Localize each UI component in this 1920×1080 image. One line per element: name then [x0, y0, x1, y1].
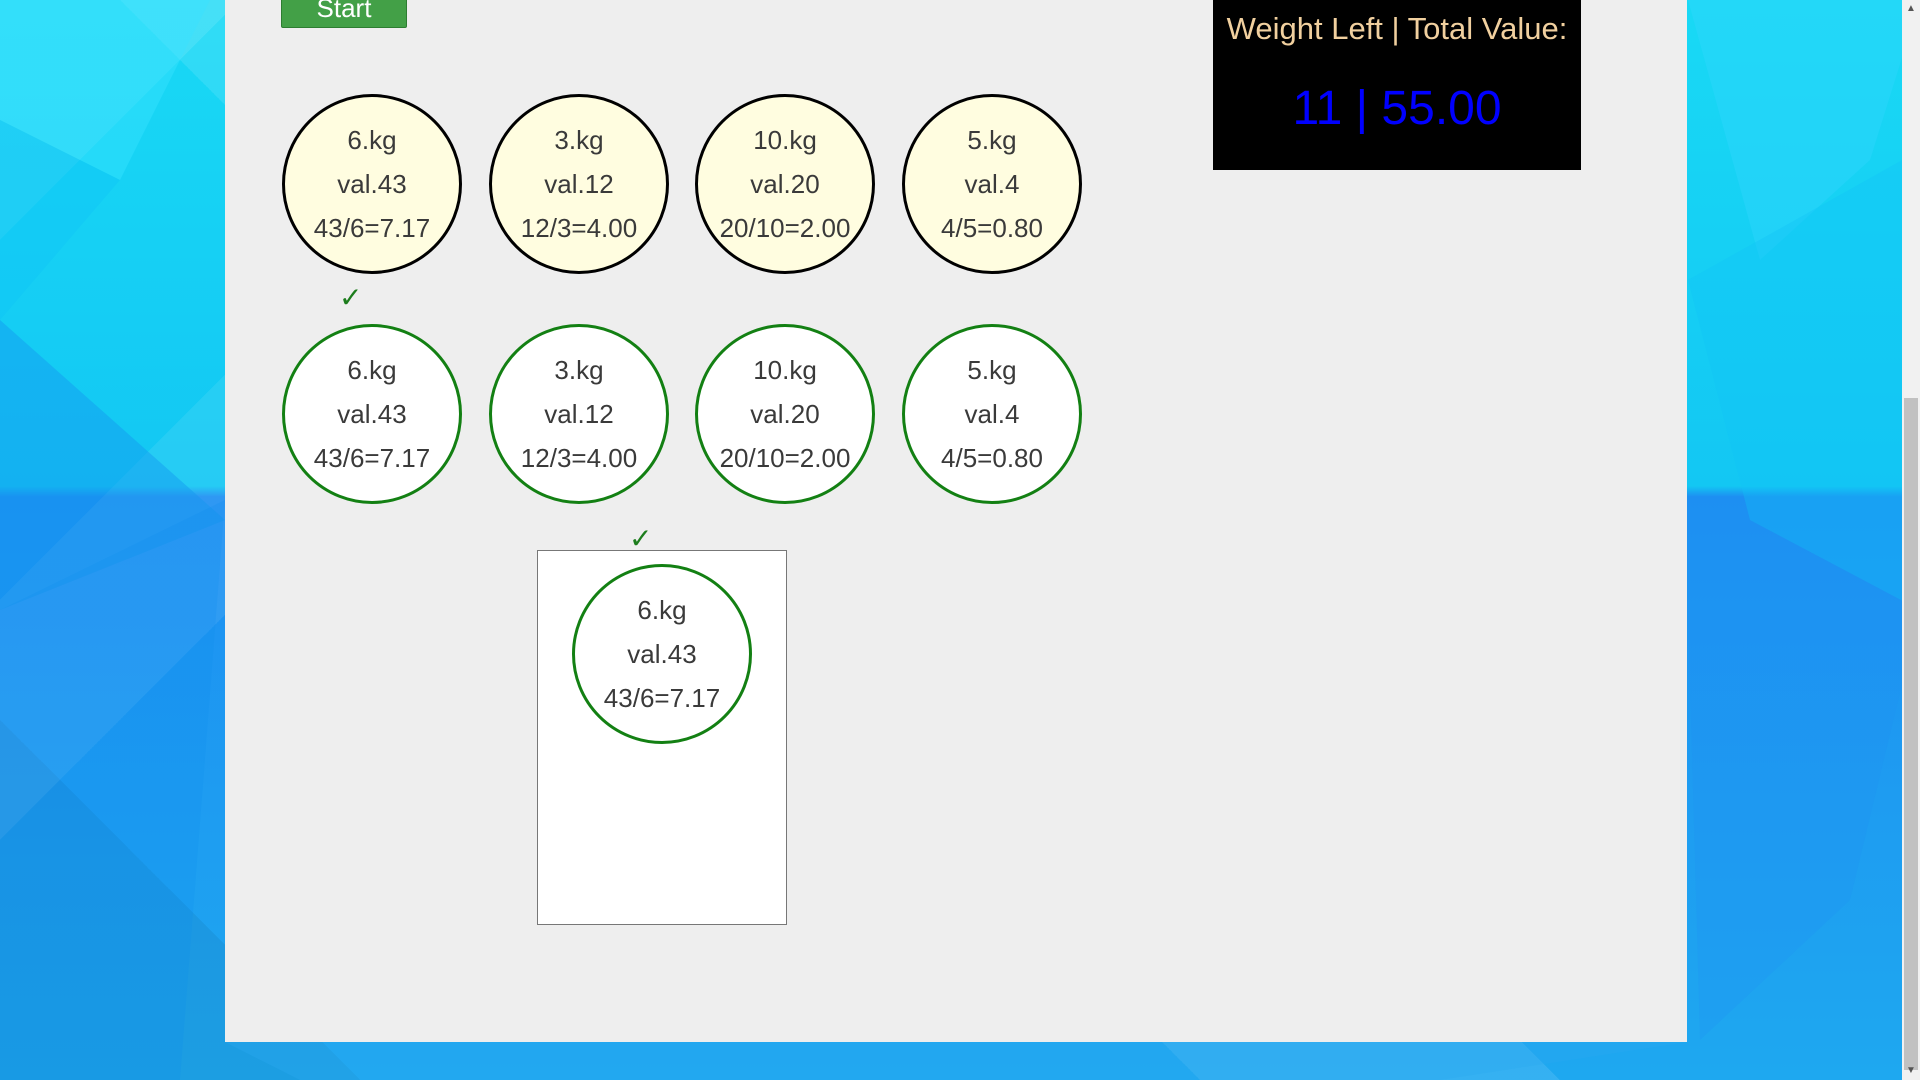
score-title: Weight Left | Total Value: [1226, 11, 1568, 46]
item-circle-3-bottom[interactable]: 10.kg val.20 20/10=2.00 [695, 324, 875, 504]
check-mark-row2: ✓ [629, 523, 653, 554]
item-ratio: 12/3=4.00 [520, 213, 638, 243]
item-value: val.43 [337, 399, 407, 429]
score-panel: Weight Left | Total Value: 11 | 55.00 [1213, 0, 1581, 170]
main-panel: Start Weight Left | Total Value: 11 | 55… [225, 0, 1687, 1042]
item-value: val.12 [544, 399, 614, 429]
item-weight: 10.kg [753, 355, 817, 385]
item-circle-2-top[interactable]: 3.kg val.12 12/3=4.00 [489, 94, 669, 274]
item-ratio: 20/10=2.00 [719, 213, 851, 243]
item-weight: 6.kg [637, 595, 687, 625]
item-ratio: 43/6=7.17 [313, 213, 431, 243]
item-weight: 10.kg [753, 125, 817, 155]
scrollbar-thumb[interactable] [1904, 398, 1918, 1070]
item-value: val.4 [964, 399, 1020, 429]
check-mark-row1: ✓ [339, 282, 363, 313]
item-circle-2-bottom[interactable]: 3.kg val.12 12/3=4.00 [489, 324, 669, 504]
scroll-down-icon[interactable]: ▼ [1902, 1062, 1920, 1080]
item-weight: 5.kg [967, 355, 1017, 385]
item-circle-1-bottom[interactable]: 6.kg val.43 43/6=7.17 [282, 324, 462, 504]
item-ratio: 20/10=2.00 [719, 443, 851, 473]
item-value: val.20 [750, 399, 820, 429]
item-weight: 6.kg [347, 125, 397, 155]
score-value: 11 | 55.00 [1292, 82, 1502, 135]
item-circle-4-top[interactable]: 5.kg val.4 4/5=0.80 [902, 94, 1082, 274]
item-ratio: 4/5=0.80 [941, 443, 1043, 473]
item-ratio: 12/3=4.00 [520, 443, 638, 473]
item-ratio: 43/6=7.17 [313, 443, 431, 473]
item-ratio: 43/6=7.17 [603, 683, 721, 713]
item-value: val.43 [337, 169, 407, 199]
item-circle-4-bottom[interactable]: 5.kg val.4 4/5=0.80 [902, 324, 1082, 504]
item-weight: 6.kg [347, 355, 397, 385]
knapsack-bag: 6.kg val.43 43/6=7.17 [537, 550, 787, 925]
item-circle-3-top[interactable]: 10.kg val.20 20/10=2.00 [695, 94, 875, 274]
item-ratio: 4/5=0.80 [941, 213, 1043, 243]
item-weight: 5.kg [967, 125, 1017, 155]
start-button[interactable]: Start [281, 0, 407, 28]
item-circle-1-top[interactable]: 6.kg val.43 43/6=7.17 [282, 94, 462, 274]
item-weight: 3.kg [554, 125, 604, 155]
vertical-scrollbar[interactable]: ▲ ▼ [1902, 0, 1920, 1080]
item-value: val.4 [964, 169, 1020, 199]
scroll-up-icon[interactable]: ▲ [1902, 0, 1920, 18]
item-value: val.20 [750, 169, 820, 199]
item-value: val.43 [627, 639, 697, 669]
item-weight: 3.kg [554, 355, 604, 385]
bag-item-circle[interactable]: 6.kg val.43 43/6=7.17 [572, 564, 752, 744]
item-value: val.12 [544, 169, 614, 199]
